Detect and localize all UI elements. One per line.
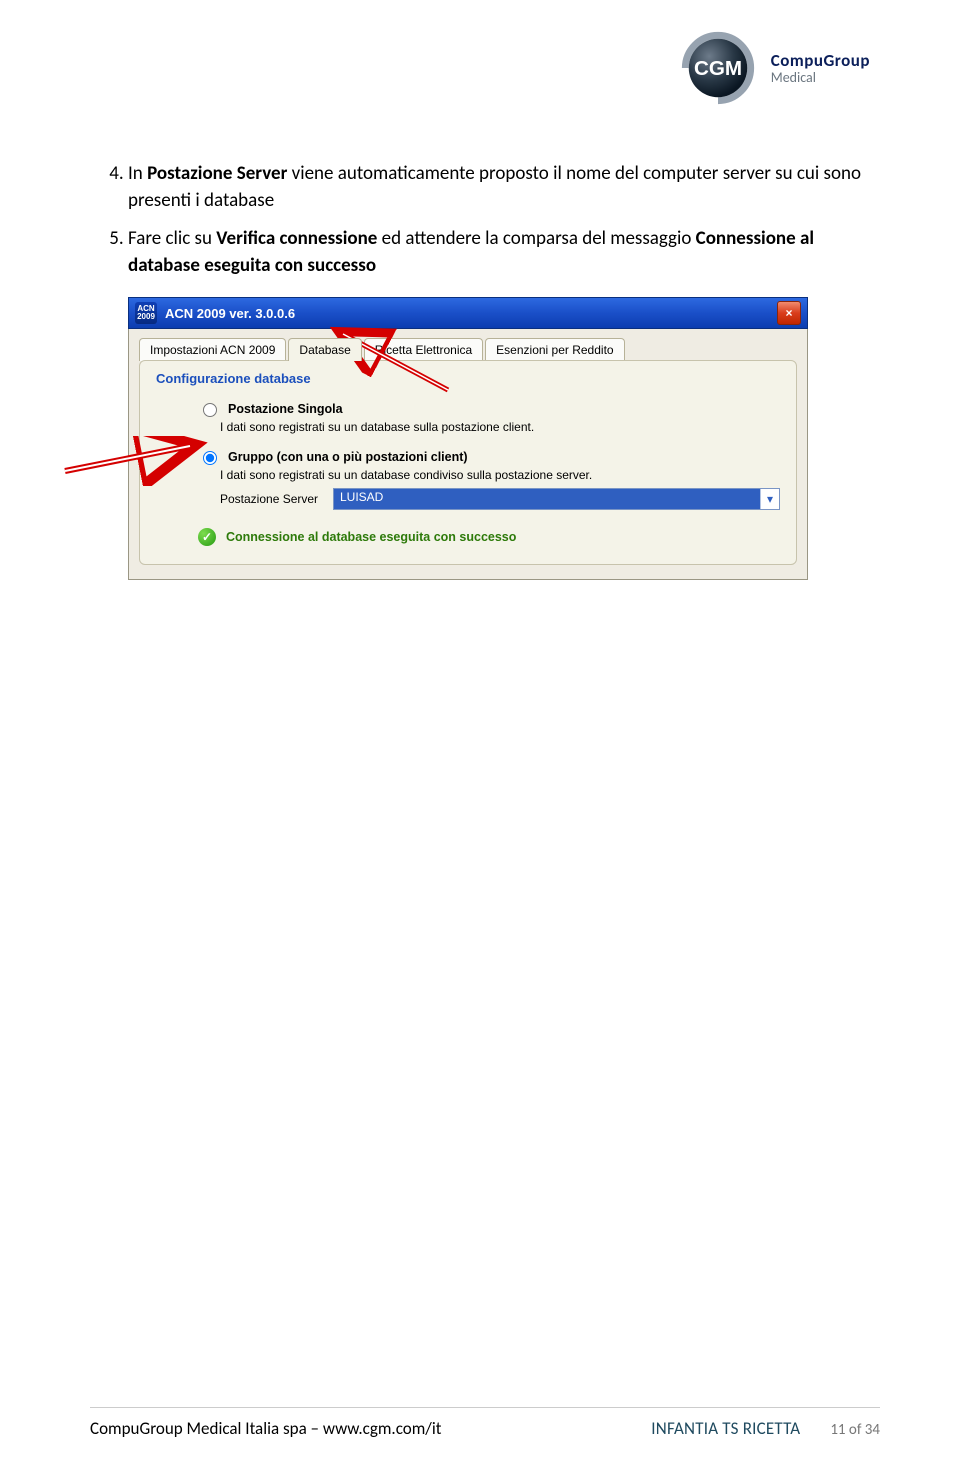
tab-impostazioni[interactable]: Impostazioni ACN 2009 — [139, 338, 286, 361]
tabs: Impostazioni ACN 2009 Database Ricetta E… — [139, 337, 797, 360]
window-title: ACN 2009 ver. 3.0.0.6 — [165, 306, 295, 321]
option-desc: I dati sono registrati su un database co… — [220, 468, 780, 482]
option-postazione-singola: Postazione Singola I dati sono registrat… — [198, 400, 780, 434]
screenshot-figure: ACN 2009 ACN 2009 ver. 3.0.0.6 × Imposta… — [128, 297, 808, 580]
instruction-list: In Postazione Server viene automaticamen… — [90, 161, 870, 279]
check-icon: ✓ — [198, 528, 216, 546]
footer-page-number: 11 of 34 — [800, 1421, 880, 1439]
chevron-down-icon: ▾ — [760, 489, 779, 509]
group-configurazione-database: Configurazione database Postazione Singo… — [139, 360, 797, 565]
option-gruppo: Gruppo (con una o più postazioni client)… — [198, 448, 780, 510]
list-item: In Postazione Server viene automaticamen… — [128, 161, 870, 214]
tab-database[interactable]: Database — [288, 338, 361, 361]
app-icon: ACN 2009 — [135, 302, 157, 324]
server-select-value: LUISAD — [334, 489, 760, 509]
option-label: Postazione Singola — [228, 402, 343, 416]
brand-name: CompuGroup — [771, 50, 870, 71]
list-item: Fare clic su Verifica connessione ed att… — [128, 226, 870, 279]
tab-esenzioni[interactable]: Esenzioni per Reddito — [485, 338, 624, 361]
close-icon: × — [785, 306, 792, 320]
footer-company: CompuGroup Medical Italia spa – www.cgm.… — [90, 1418, 651, 1439]
page-footer: CompuGroup Medical Italia spa – www.cgm.… — [90, 1407, 880, 1439]
server-select[interactable]: LUISAD ▾ — [333, 488, 780, 510]
status-row: ✓ Connessione al database eseguita con s… — [198, 528, 780, 546]
brand-subname: Medical — [771, 69, 870, 86]
footer-doc-title: INFANTIA TS RICETTA — [651, 1418, 800, 1439]
window-titlebar: ACN 2009 ACN 2009 ver. 3.0.0.6 × — [128, 297, 808, 329]
tab-ricetta[interactable]: Ricetta Elettronica — [364, 338, 483, 361]
radio-postazione-singola[interactable] — [203, 403, 217, 417]
radio-gruppo[interactable] — [203, 451, 217, 465]
option-desc: I dati sono registrati su un database su… — [220, 420, 780, 434]
status-text: Connessione al database eseguita con suc… — [226, 530, 516, 544]
server-label: Postazione Server — [220, 492, 325, 506]
svg-text:CGM: CGM — [694, 57, 742, 80]
option-label: Gruppo (con una o più postazioni client) — [228, 450, 468, 464]
cgm-badge-icon: CGM — [675, 25, 761, 111]
cgm-logo: CGM CompuGroup Medical — [675, 25, 870, 111]
close-button[interactable]: × — [777, 301, 801, 325]
group-title: Configurazione database — [156, 371, 780, 386]
